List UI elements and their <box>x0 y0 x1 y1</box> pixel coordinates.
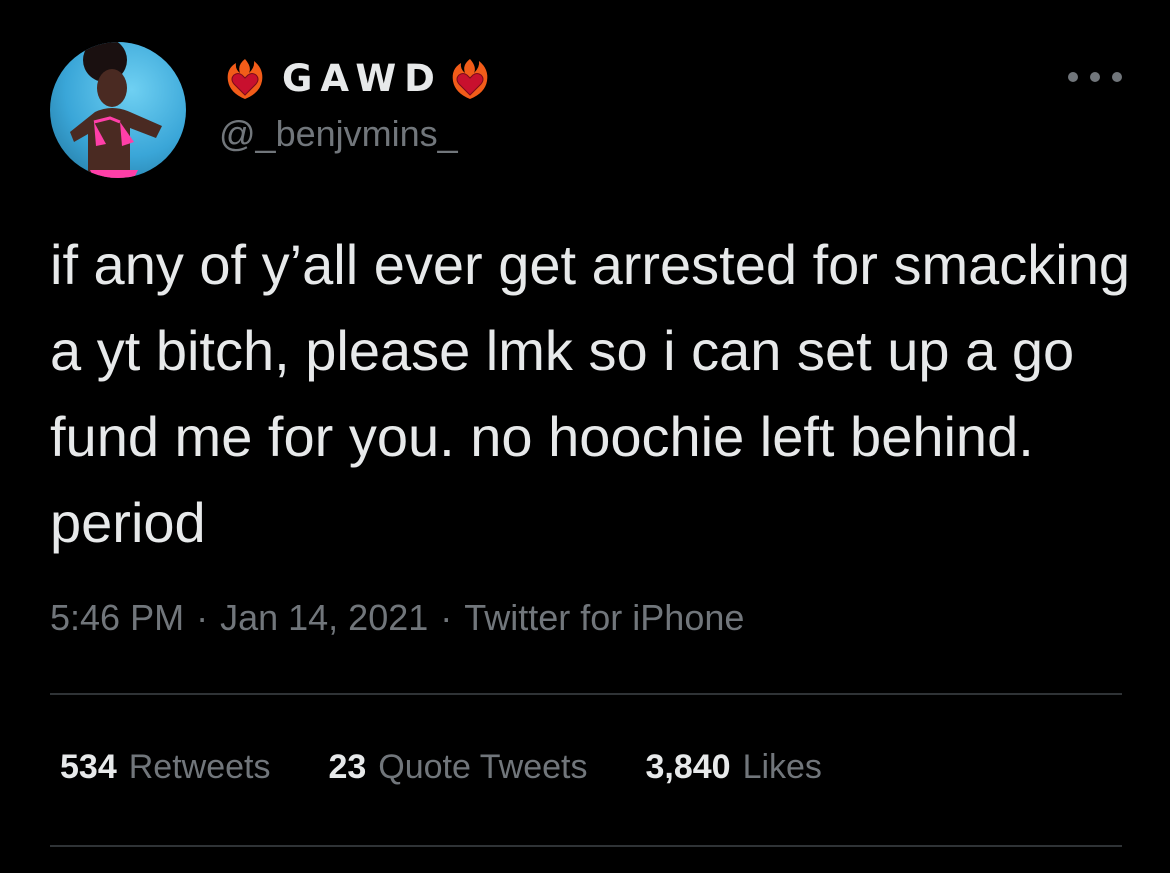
divider <box>50 845 1122 847</box>
more-options-button[interactable] <box>1068 62 1122 92</box>
meta-separator: · <box>196 597 209 638</box>
tweet-text: if any of y’all ever get arrested for sm… <box>50 233 1131 554</box>
likes-label: Likes <box>742 748 822 786</box>
quote-tweets-label: Quote Tweets <box>378 748 588 786</box>
retweets-count: 534 <box>60 748 117 786</box>
retweets-stat[interactable]: 534 Retweets <box>60 748 270 787</box>
author-display-name: GAWD <box>282 56 443 100</box>
tweet-stats: 534 Retweets 23 Quote Tweets 3,840 Likes <box>60 748 880 787</box>
fire-heart-icon <box>227 59 263 99</box>
fire-heart-icon <box>452 59 488 99</box>
tweet-date[interactable]: Jan 14, 2021 <box>220 597 428 638</box>
more-dot-icon <box>1112 72 1122 82</box>
meta-separator: · <box>440 597 453 638</box>
divider <box>50 693 1122 695</box>
retweets-label: Retweets <box>128 748 271 786</box>
author-name-row[interactable]: GAWD <box>222 52 493 104</box>
tweet-time[interactable]: 5:46 PM <box>50 597 184 638</box>
quote-tweets-stat[interactable]: 23 Quote Tweets <box>328 748 587 787</box>
more-dot-icon <box>1090 72 1100 82</box>
avatar[interactable] <box>50 42 186 178</box>
more-dot-icon <box>1068 72 1078 82</box>
likes-count: 3,840 <box>645 748 731 786</box>
tweet-source[interactable]: Twitter for iPhone <box>464 597 744 638</box>
quote-tweets-count: 23 <box>328 748 367 786</box>
likes-stat[interactable]: 3,840 Likes <box>645 748 821 787</box>
author-handle[interactable]: @_benjvmins_ <box>219 112 458 155</box>
tweet-meta: 5:46 PM · Jan 14, 2021 · Twitter for iPhone <box>50 596 744 639</box>
avatar-image <box>70 42 162 178</box>
